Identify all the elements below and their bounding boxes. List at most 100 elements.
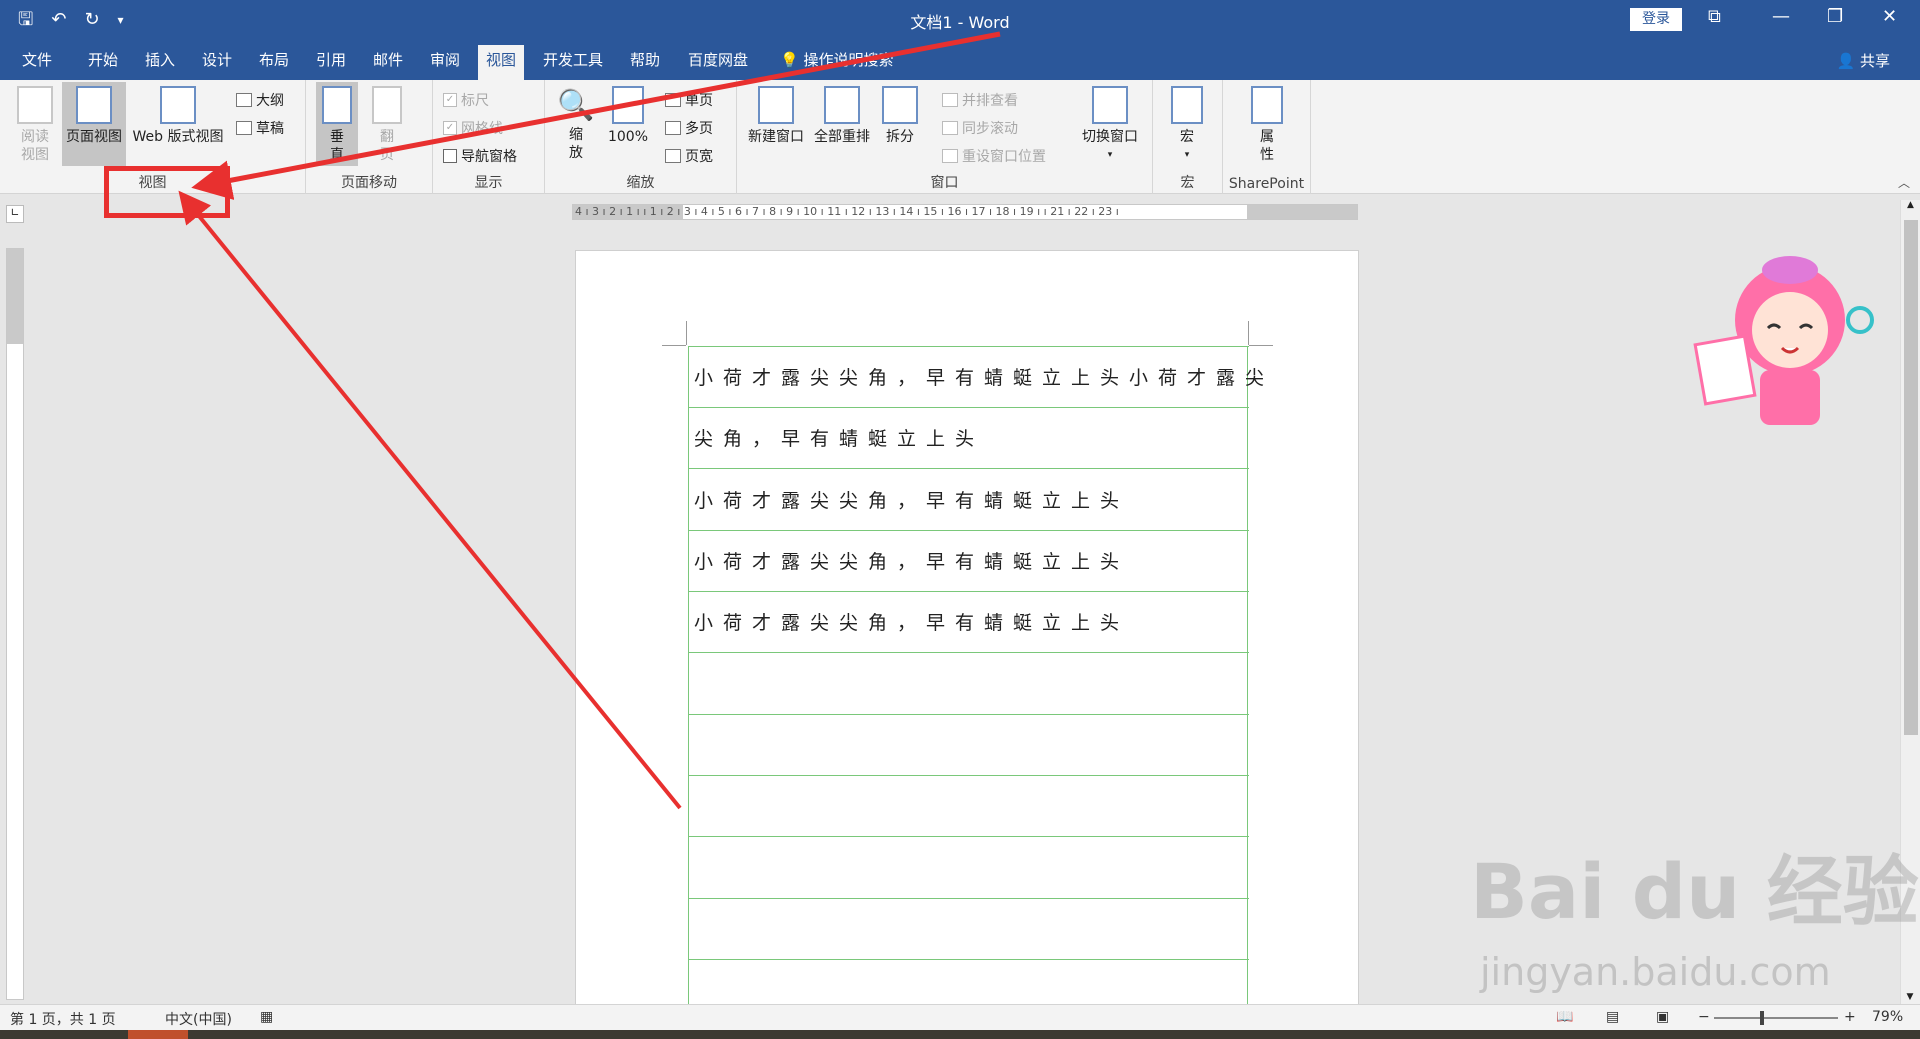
web-layout-button[interactable]: Web 版式视图 bbox=[128, 86, 228, 146]
document-line[interactable]: 小荷才露尖尖角，早有蜻蜓立上头小荷才露尖 bbox=[694, 363, 1274, 390]
group-label-page-movement: 页面移动 bbox=[341, 175, 397, 191]
document-line[interactable]: 尖角，早有蜻蜓立上头 bbox=[694, 424, 984, 451]
tab-baidu-netdisk[interactable]: 百度网盘 bbox=[688, 50, 748, 70]
group-label-zoom: 缩放 bbox=[626, 175, 655, 191]
restore-icon[interactable]: ❐ bbox=[1827, 6, 1843, 27]
zoom-level[interactable]: 79% bbox=[1872, 1009, 1903, 1025]
zoom-100-button[interactable]: 100% bbox=[603, 86, 653, 146]
tab-design[interactable]: 设计 bbox=[202, 50, 232, 70]
group-page-movement: 垂 直 翻 页 页面移动 bbox=[306, 80, 433, 194]
document-line[interactable]: 小荷才露尖尖角，早有蜻蜓立上头 bbox=[694, 547, 1129, 574]
zoom-slider[interactable] bbox=[1714, 1011, 1838, 1025]
highlight-box bbox=[104, 166, 230, 218]
page-width-icon bbox=[665, 149, 681, 163]
scroll-down-icon[interactable]: ▼ bbox=[1901, 992, 1919, 1002]
read-mode-button[interactable]: 阅读 视图 bbox=[12, 86, 58, 164]
ribbon-tab-bar: 文件 开始 插入 设计 布局 引用 邮件 审阅 视图 开发工具 帮助 百度网盘 … bbox=[0, 40, 1920, 80]
zoom-100-icon bbox=[612, 86, 644, 124]
tab-view[interactable]: 视图 bbox=[478, 45, 525, 80]
properties-button[interactable]: 属 性 bbox=[1243, 86, 1291, 164]
one-page-button[interactable]: 单页 bbox=[665, 90, 713, 110]
tab-layout[interactable]: 布局 bbox=[259, 50, 289, 70]
horizontal-ruler[interactable]: 4 ı 3 ı 2 ı 1 ı ı 1 ı 2 ı 3 ı 4 ı 5 ı 6 … bbox=[572, 204, 1358, 220]
ruler-checkbox[interactable]: ✓ 标尺 bbox=[443, 90, 489, 110]
view-side-by-side-button[interactable]: 并排查看 bbox=[942, 90, 1018, 110]
outline-button[interactable]: 大纲 bbox=[236, 90, 284, 110]
share-button[interactable]: 👤 共享 bbox=[1837, 50, 1890, 71]
arrange-all-icon bbox=[824, 86, 860, 124]
language-indicator[interactable]: 中文(中国) bbox=[165, 1009, 232, 1029]
zoom-slider-thumb[interactable] bbox=[1760, 1011, 1764, 1025]
collapse-ribbon-icon[interactable]: ︿ bbox=[1898, 174, 1910, 191]
document-page[interactable]: 小荷才露尖尖角，早有蜻蜓立上头小荷才露尖 尖角，早有蜻蜓立上头 小荷才露尖尖角，… bbox=[575, 250, 1359, 1016]
vertical-button[interactable]: 垂 直 bbox=[316, 82, 358, 166]
split-button[interactable]: 拆分 bbox=[877, 86, 923, 146]
arrange-all-button[interactable]: 全部重排 bbox=[811, 86, 873, 146]
document-line[interactable]: 小荷才露尖尖角，早有蜻蜓立上头 bbox=[694, 608, 1129, 635]
gridlines-checkbox[interactable]: ✓ 网格线 bbox=[443, 118, 503, 138]
vertical-ruler[interactable] bbox=[6, 248, 24, 1000]
draft-icon bbox=[236, 121, 252, 135]
page-count[interactable]: 第 1 页，共 1 页 bbox=[10, 1009, 116, 1029]
tab-insert[interactable]: 插入 bbox=[145, 50, 175, 70]
reset-window-position-button[interactable]: 重设窗口位置 bbox=[942, 146, 1046, 166]
navigation-pane-checkbox[interactable]: 导航窗格 bbox=[443, 146, 517, 166]
sync-scroll-icon bbox=[942, 121, 958, 135]
tab-references[interactable]: 引用 bbox=[316, 50, 346, 70]
web-layout-icon bbox=[160, 86, 196, 124]
zoom-in-icon[interactable]: + bbox=[1844, 1009, 1856, 1025]
switch-windows-icon bbox=[1092, 86, 1128, 124]
chevron-down-icon: ▾ bbox=[1184, 150, 1190, 160]
print-layout-button[interactable]: 页面视图 bbox=[62, 82, 126, 166]
tab-mailings[interactable]: 邮件 bbox=[373, 50, 403, 70]
multiple-pages-button[interactable]: 多页 bbox=[665, 118, 713, 138]
new-window-icon bbox=[758, 86, 794, 124]
chevron-down-icon: ▾ bbox=[1107, 150, 1113, 160]
minimize-icon[interactable]: — bbox=[1772, 6, 1790, 27]
tab-review[interactable]: 审阅 bbox=[430, 50, 460, 70]
group-zoom: 🔍 缩 放 100% 单页 多页 页宽 缩放 bbox=[545, 80, 737, 194]
synchronous-scrolling-button[interactable]: 同步滚动 bbox=[942, 118, 1018, 138]
zoom-button[interactable]: 🔍 缩 放 bbox=[555, 86, 597, 162]
split-icon bbox=[882, 86, 918, 124]
document-line[interactable]: 小荷才露尖尖角，早有蜻蜓立上头 bbox=[694, 486, 1129, 513]
tab-developer[interactable]: 开发工具 bbox=[543, 50, 603, 70]
tell-me-search[interactable]: 💡 操作说明搜索 bbox=[780, 50, 893, 70]
login-button[interactable]: 登录 bbox=[1630, 8, 1682, 31]
side-by-side-icon bbox=[942, 93, 958, 107]
tab-selector[interactable]: ∟ bbox=[6, 205, 24, 223]
tab-help[interactable]: 帮助 bbox=[630, 50, 660, 70]
multiple-pages-icon bbox=[665, 121, 681, 135]
group-macros: 宏 ▾ 宏 bbox=[1153, 80, 1223, 194]
scroll-thumb[interactable] bbox=[1904, 220, 1918, 735]
page-width-button[interactable]: 页宽 bbox=[665, 146, 713, 166]
group-label-show: 显示 bbox=[474, 175, 503, 191]
mascot-sticker bbox=[1680, 240, 1880, 430]
ribbon-display-options-icon[interactable]: ⧉ bbox=[1708, 6, 1721, 27]
nav-pane-check-icon bbox=[443, 149, 457, 163]
person-icon: 👤 bbox=[1836, 52, 1856, 70]
title-bar: 🖫 ↶ ↻ ▾ 文档1 - Word 登录 ⧉ — ❐ ✕ bbox=[0, 0, 1920, 40]
group-label-sharepoint: SharePoint bbox=[1228, 176, 1305, 192]
baidu-watermark: Bai du 经验 bbox=[1470, 847, 1919, 936]
lightbulb-icon: 💡 bbox=[780, 51, 799, 69]
baidu-watermark-url: jingyan.baidu.com bbox=[1480, 950, 1831, 994]
side-to-side-icon bbox=[372, 86, 402, 124]
new-window-button[interactable]: 新建窗口 bbox=[745, 86, 807, 146]
print-layout-view-icon[interactable]: ▤ bbox=[1606, 1009, 1619, 1025]
scroll-up-icon[interactable]: ▲ bbox=[1901, 200, 1920, 210]
group-sharepoint: 属 性 SharePoint bbox=[1223, 80, 1311, 194]
zoom-out-icon[interactable]: − bbox=[1698, 1009, 1710, 1025]
tab-home[interactable]: 开始 bbox=[88, 50, 118, 70]
side-to-side-button[interactable]: 翻 页 bbox=[366, 86, 408, 164]
macros-button[interactable]: 宏 ▾ bbox=[1163, 86, 1211, 164]
read-mode-view-icon[interactable]: 📖 bbox=[1556, 1009, 1573, 1025]
close-icon[interactable]: ✕ bbox=[1882, 6, 1897, 27]
switch-windows-button[interactable]: 切换窗口 ▾ bbox=[1075, 86, 1145, 164]
web-layout-view-icon[interactable]: ▣ bbox=[1656, 1009, 1669, 1025]
status-bar: 第 1 页，共 1 页 中文(中国) ▦ 📖 ▤ ▣ − + 79% bbox=[0, 1004, 1920, 1030]
macro-record-icon[interactable]: ▦ bbox=[260, 1009, 273, 1025]
draft-button[interactable]: 草稿 bbox=[236, 118, 284, 138]
vertical-scroll-icon bbox=[322, 86, 352, 124]
tab-file[interactable]: 文件 bbox=[22, 50, 52, 70]
